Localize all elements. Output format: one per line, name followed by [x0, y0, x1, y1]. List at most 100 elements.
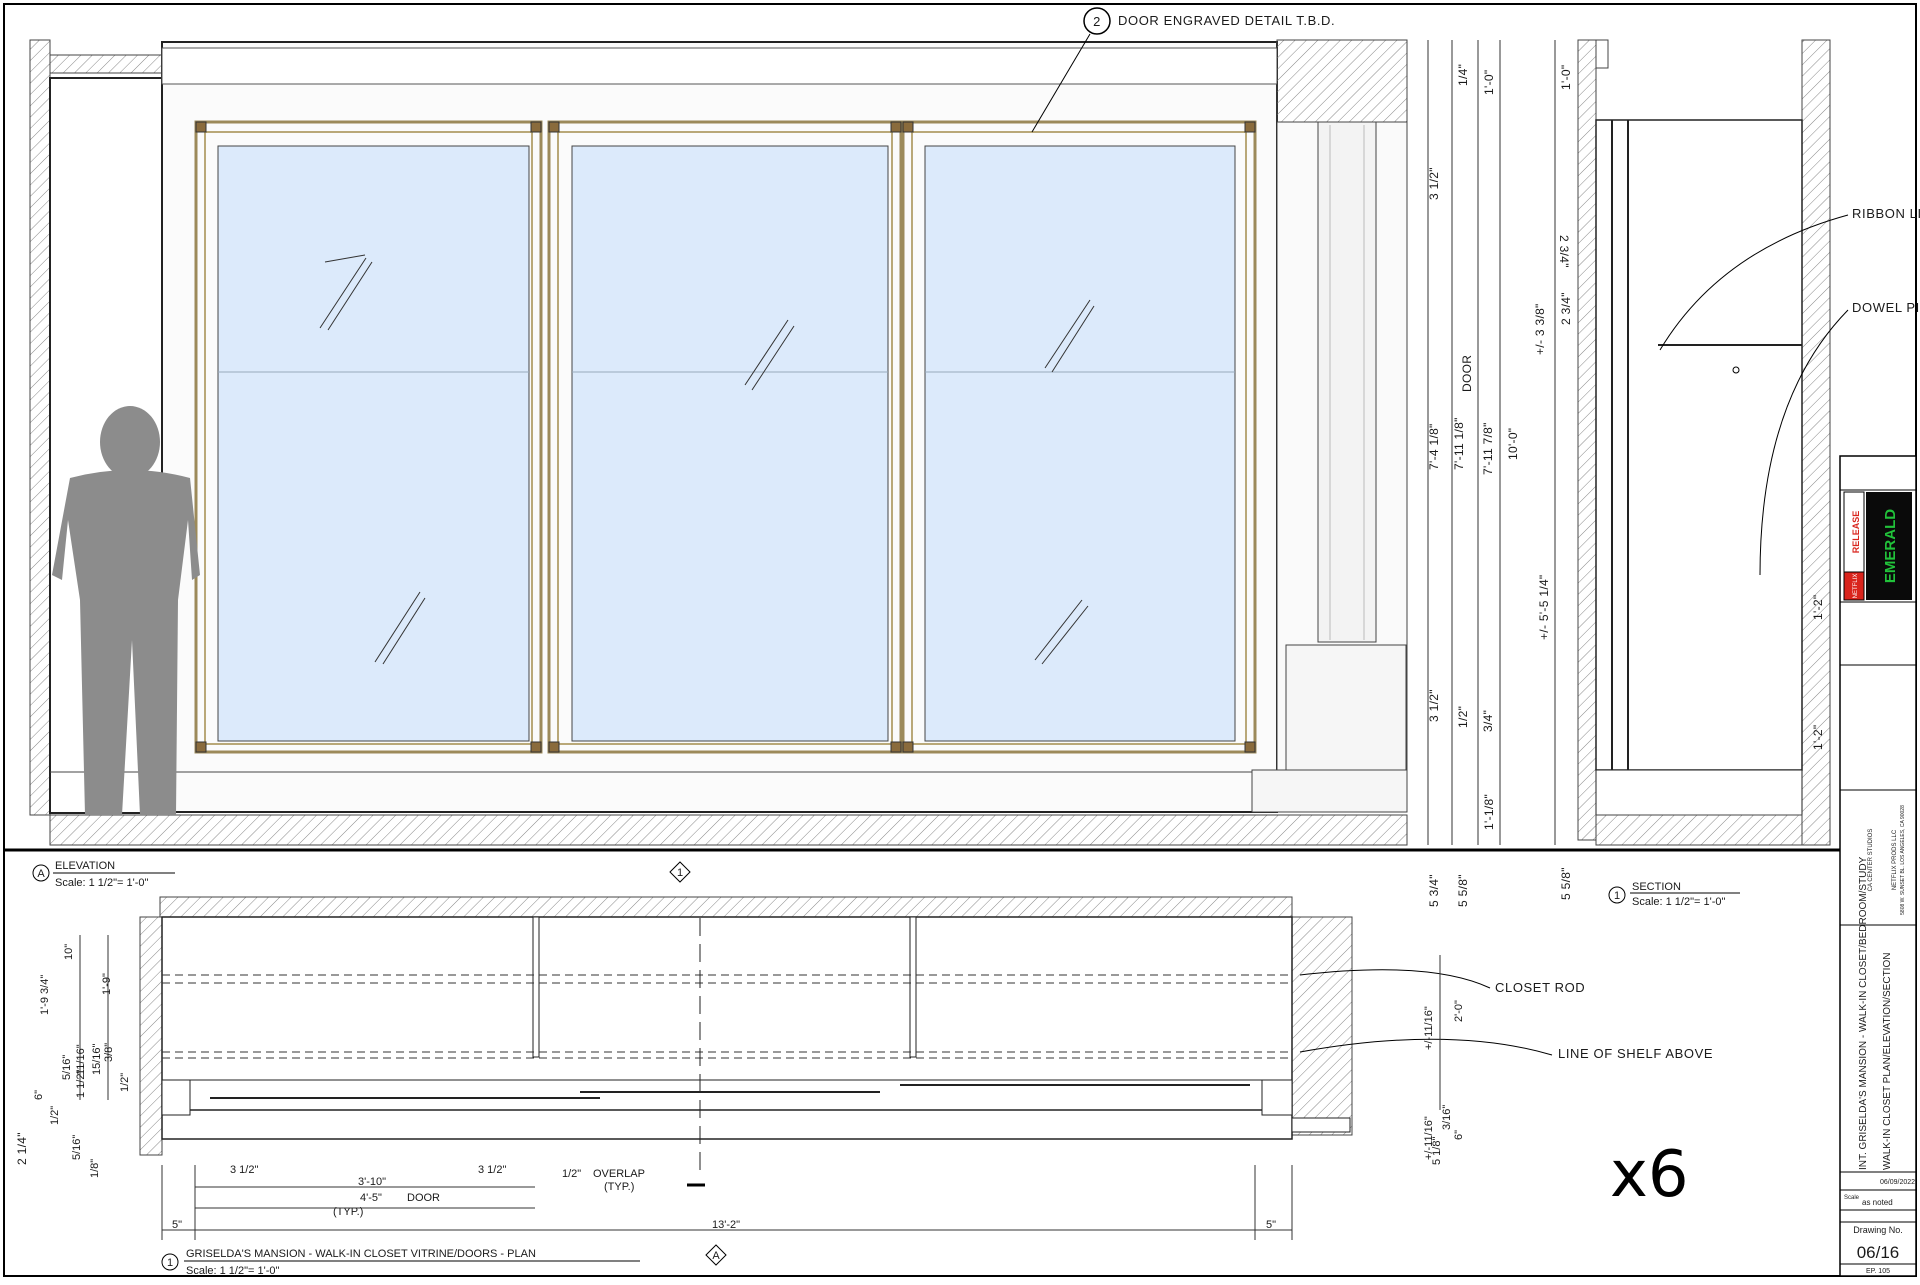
callout-number: 2 — [1093, 14, 1101, 29]
plan-dim-1-9-34: 1'-9 3/4" — [39, 975, 51, 1015]
section-left-hatch — [1577, 39, 1597, 841]
dim-1-4: 1/4" — [1456, 64, 1470, 86]
sheet-title: WALK-IN CLOSET PLAN/ELEVATION/SECTION — [1882, 953, 1893, 1170]
episode: EP. 105 — [1866, 1268, 1890, 1275]
plan-dim-6-left: 6" — [33, 1090, 45, 1100]
plan-dim-4-5: 4'-5" — [360, 1192, 382, 1204]
section-dim-1-2-b: 1'-2" — [1811, 725, 1825, 750]
plan-dim-3-5-right: 3 1/2" — [478, 1164, 506, 1176]
section-dim-1-0: 1'-0" — [1559, 65, 1573, 90]
plan-tag-num: 1 — [167, 1257, 173, 1269]
door-panel-1 — [194, 120, 543, 754]
closet-rod-label: CLOSET ROD — [1495, 980, 1585, 995]
left-top-hatch — [49, 54, 163, 74]
release-stamp: RELEASE — [1851, 511, 1861, 554]
plan-top-hatch — [159, 896, 1293, 918]
show-logo: EMERALD — [1882, 509, 1899, 583]
plan-dim-1-9: 1'-9" — [101, 973, 113, 995]
multiplier-label: x6 — [1610, 1138, 1689, 1212]
shelf-above-label: LINE OF SHELF ABOVE — [1558, 1046, 1713, 1061]
plan-dim-3-5-left: 3 1/2" — [230, 1164, 258, 1176]
elevation-title: ELEVATION — [55, 860, 115, 872]
plan-dim-3-8: 3/8" — [103, 1043, 115, 1062]
section-marker-top-num: 1 — [677, 867, 683, 879]
door-panel-2 — [547, 120, 903, 754]
door-label: DOOR — [407, 1192, 440, 1204]
plan-dim-10: 10" — [63, 944, 75, 960]
plan-dim-2-0: 2'-0" — [1453, 1000, 1465, 1022]
title-block: RELEASE NETFLIX EMERALD NETFLIX PRODS LL… — [1839, 455, 1917, 1277]
section-dim-5-58: 5 5/8" — [1559, 867, 1573, 900]
plan-divider-1 — [532, 916, 540, 1058]
dim-5-58: 5 5/8" — [1456, 874, 1470, 907]
plan-divider-2 — [909, 916, 917, 1058]
overlap-typ: (TYP.) — [604, 1181, 634, 1193]
dim-3-5-bottom: 3 1/2" — [1427, 689, 1441, 722]
section-dim-3-38: +/- 3 3/8" — [1533, 303, 1547, 355]
plan-right-hatch — [1291, 916, 1353, 1136]
company-name: NETFLIX PRODS LLC — [1892, 829, 1898, 890]
plan-left-hatch — [139, 916, 163, 1156]
plan-dim-5-right: 5" — [1266, 1219, 1276, 1231]
plan-dim-13-2: 13'-2" — [712, 1219, 740, 1231]
dim-1-2: 1/2" — [1456, 706, 1470, 728]
section-title: SECTION — [1632, 881, 1681, 893]
plan-interior — [161, 916, 1293, 1140]
plan-dim-5-18: 5 1/8" — [1431, 1137, 1443, 1165]
date: 06/09/2022 — [1880, 1179, 1915, 1186]
dim-door: DOOR — [1460, 355, 1474, 392]
elevation-tag-letter: A — [37, 868, 45, 880]
elevation-marker-letter: A — [712, 1250, 720, 1262]
section-right-hatch — [1801, 39, 1831, 846]
section-box — [1595, 119, 1803, 771]
plan-dim-2-14: 2 1/4" — [15, 1132, 29, 1165]
section-dim-2-34-inv: 2 3/4" — [1557, 235, 1571, 268]
drawing-canvas: 2 DOOR ENGRAVED DETAIL T.B.D. 1/4" 1'-0"… — [3, 3, 1920, 1277]
callout-text: DOOR ENGRAVED DETAIL T.B.D. — [1118, 13, 1335, 28]
plan-dim-1-2-left: 1/2" — [119, 1073, 131, 1092]
plan-dim-5-16-a: 5/16" — [61, 1055, 73, 1080]
dim-3-4: 3/4" — [1481, 710, 1495, 732]
plan-dim-1-12: 1 1/2" — [75, 1070, 87, 1098]
plan-scale: Scale: 1 1/2"= 1'-0" — [186, 1265, 279, 1277]
plan-view: CLOSET ROD LINE OF SHELF ABOVE OVERLAP (… — [15, 861, 1713, 1277]
section-scale: Scale: 1 1/2"= 1'-0" — [1632, 896, 1725, 908]
dim-1-18: 1'-1/8" — [1482, 794, 1496, 830]
ribbon-light-label: RIBBON LIGHT — [1852, 206, 1920, 221]
floor-hatch — [49, 814, 1408, 846]
plan-dim-5-16-b: 5/16" — [71, 1135, 83, 1160]
plan-dim-3-10: 3'-10" — [358, 1176, 386, 1188]
crown-molding — [161, 47, 1278, 85]
company-address: 5808 W. SUNSET BL. LOS ANGELES, CA 90028 — [1900, 805, 1906, 915]
dim-7-11-78: 7'-11 7/8" — [1481, 422, 1495, 475]
plan-dim-3-16: 3/16" — [1441, 1105, 1453, 1130]
section-dim-2-34: 2 3/4" — [1559, 292, 1573, 325]
scale-label: Scale — [1844, 1195, 1860, 1201]
door-panel-3 — [901, 120, 1257, 754]
plan-dim-1-2-b: 1/2" — [49, 1106, 61, 1125]
section-dim-1-2-a: 1'-2" — [1811, 595, 1825, 620]
elevation-scale: Scale: 1 1/2"= 1'-0" — [55, 877, 148, 889]
plan-title: GRISELDA'S MANSION - WALK-IN CLOSET VITR… — [186, 1248, 536, 1260]
right-top-hatch — [1276, 39, 1408, 123]
dim-5-34: 5 3/4" — [1427, 874, 1441, 907]
plan-dim-15-16: 15/16" — [91, 1043, 103, 1075]
overlap-label: OVERLAP — [593, 1168, 645, 1180]
studio-logo: NETFLIX — [1853, 574, 1859, 599]
project-title: INT. GRISELDA'S MANSION - WALK-IN CLOSET… — [1858, 856, 1869, 1170]
dim-7-4: 7'-4 1/8" — [1427, 423, 1441, 470]
scale-value: as noted — [1862, 1198, 1893, 1207]
drawing-sheet: 2 DOOR ENGRAVED DETAIL T.B.D. 1/4" 1'-0"… — [0, 0, 1920, 1280]
dim-3-5-top: 3 1/2" — [1427, 167, 1441, 200]
dim-10-0: 10'-0" — [1506, 428, 1520, 460]
dim-1-0: 1'-0" — [1482, 70, 1496, 95]
section-tag-num: 1 — [1614, 890, 1620, 902]
drawing-no-label: Drawing No. — [1853, 1225, 1903, 1235]
elevation-view: 2 DOOR ENGRAVED DETAIL T.B.D. 1/4" 1'-0"… — [29, 7, 1520, 907]
plan-dim-1-2: 1/2" — [562, 1168, 581, 1180]
section-dim-5-5: +/- 5'-5 1/4" — [1537, 575, 1551, 640]
plan-dim-1-8: 1/8" — [89, 1159, 101, 1178]
dowel-pin-label: DOWEL PIN — [1852, 300, 1920, 315]
dim-7-11-18: 7'-11 1/8" — [1452, 417, 1466, 470]
plan-dim-6-right: 6" — [1453, 1130, 1465, 1140]
